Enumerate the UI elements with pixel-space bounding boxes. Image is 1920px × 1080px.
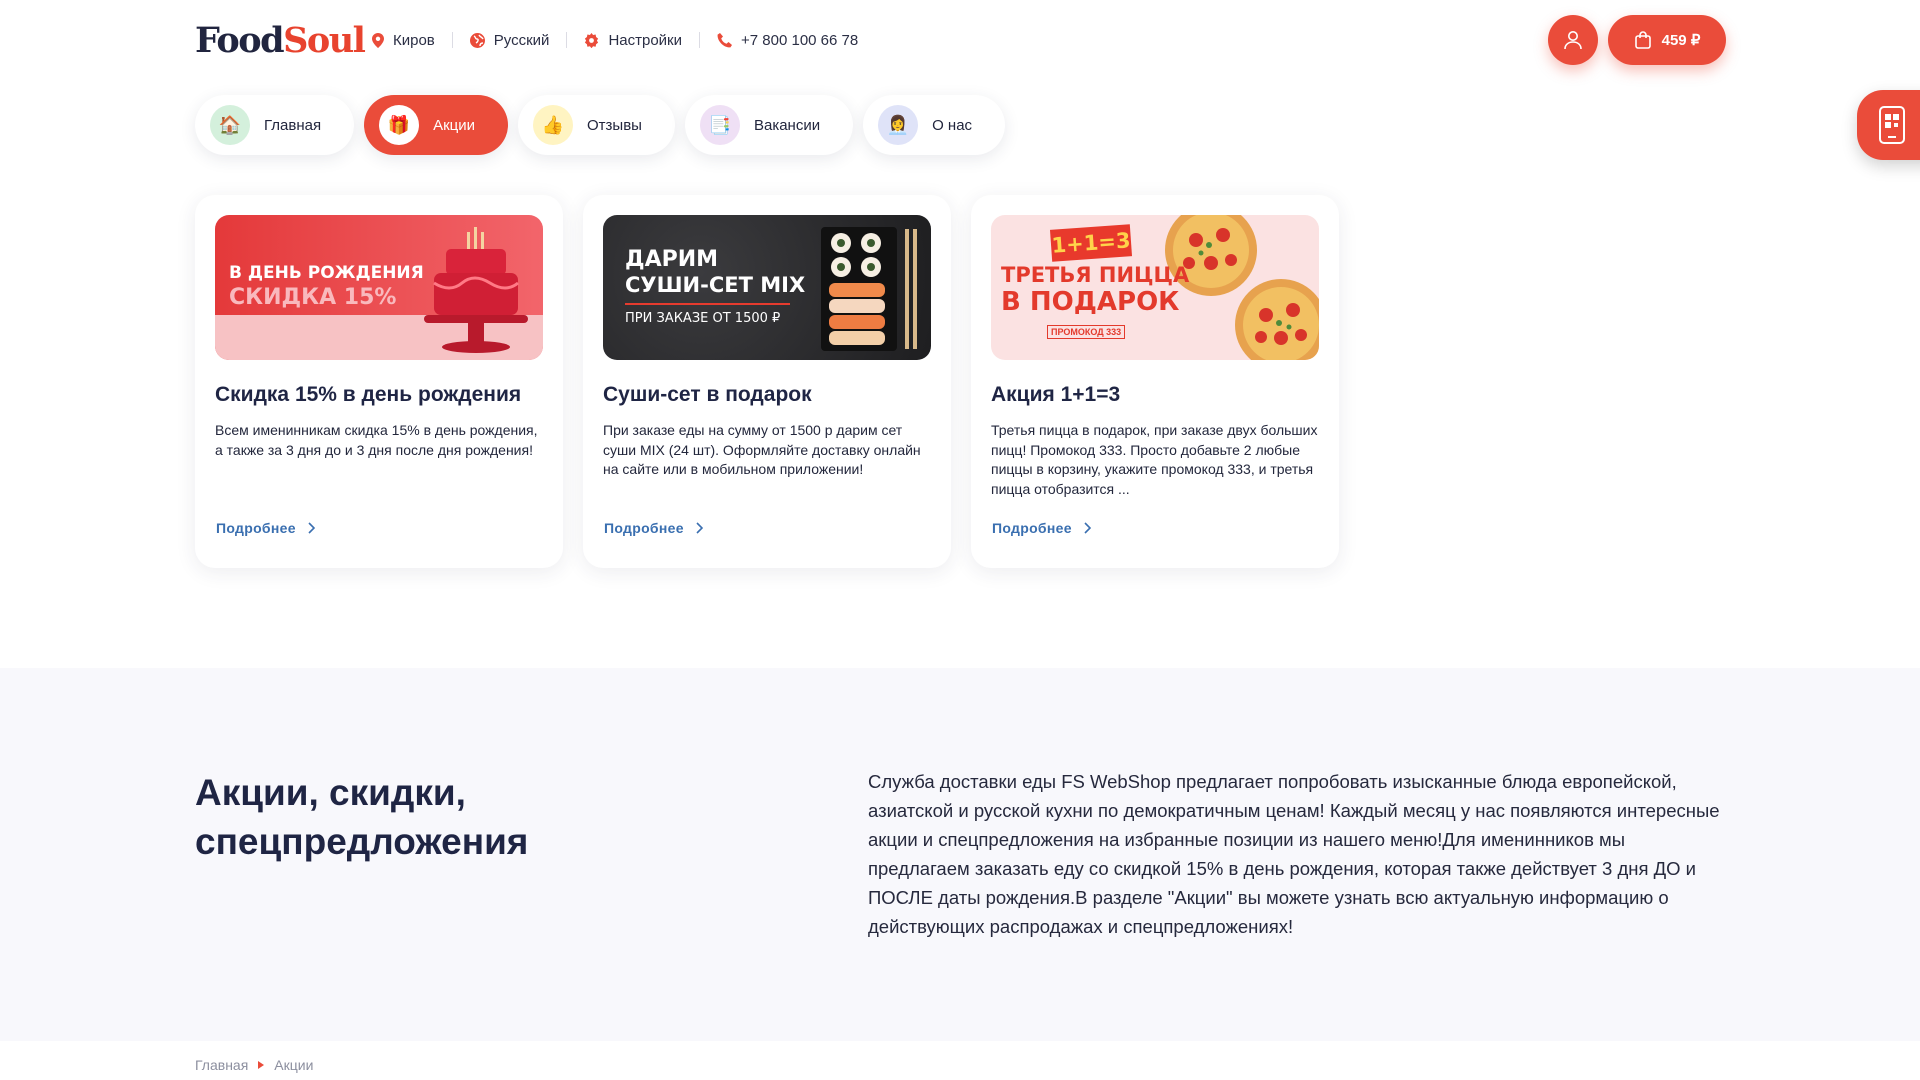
banner-text-line2: СУШИ-СЕТ MIX: [625, 273, 806, 297]
menu-item-about[interactable]: 👩‍💼 О нас: [863, 95, 1006, 155]
divider: [699, 32, 701, 48]
gift-icon: 🎁: [379, 105, 420, 145]
menu-item-reviews[interactable]: 👍 Отзывы: [518, 95, 675, 155]
phone-number: +7 800 100 66 78: [741, 31, 859, 49]
city-selector[interactable]: Киров: [372, 32, 435, 49]
logo-soul: Soul: [283, 19, 366, 61]
seo-title: Акции, скидки, спецпредложения: [195, 772, 529, 862]
banner-divider: [625, 303, 790, 305]
seo-text: Служба доставки еды FS WebShop предлагае…: [868, 771, 1720, 937]
promo-banner-pizza[interactable]: 1+1=3 ТРЕТЬЯ ПИЦЦА В ПОДАРОК ПРОМОКОД 33…: [991, 215, 1319, 360]
read-more-label: Подробнее: [604, 520, 684, 536]
phone-link[interactable]: +7 800 100 66 78: [717, 32, 858, 49]
promo-badge-text: 1+1=3: [1050, 228, 1132, 258]
cart-button[interactable]: 459 ₽: [1608, 15, 1726, 65]
menu-item-vacancies[interactable]: 📑 Вакансии: [684, 95, 854, 155]
banner-text-line1: В ДЕНЬ РОЖДЕНИЯ: [229, 263, 424, 283]
banner-text-line1: ТРЕТЬЯ ПИЦЦА: [1001, 263, 1190, 287]
phone-qr-icon: [1879, 106, 1905, 144]
chevron-right-icon: [308, 522, 315, 534]
language-label: Русский: [493, 31, 550, 49]
promo-code-tag: ПРОМОКОД 333: [1047, 325, 1126, 339]
top-nav: Киров Русский Настройки +7 800 100 66 78: [372, 26, 858, 54]
menu-item-label: Вакансии: [753, 116, 821, 134]
seo-section: Акции, скидки, спецпредложения Служба до…: [0, 668, 1920, 1041]
settings-label: Настройки: [608, 31, 683, 49]
promo-title: Скидка 15% в день рождения: [215, 383, 522, 406]
promo-cards: В ДЕНЬ РОЖДЕНИЯ СКИДКА 15% Скидка 15% в …: [195, 195, 1339, 568]
sushi-set-image: [821, 227, 917, 351]
promo-description: При заказе еды на сумму от 1500 р дарим …: [603, 422, 921, 477]
promo-card-pizza[interactable]: 1+1=3 ТРЕТЬЯ ПИЦЦА В ПОДАРОК ПРОМОКОД 33…: [971, 195, 1339, 568]
gear-icon: [585, 32, 599, 48]
breadcrumb-current: Акции: [274, 1057, 314, 1073]
read-more-label: Подробнее: [216, 520, 296, 536]
logo[interactable]: Food Soul: [195, 19, 366, 61]
breadcrumb-home[interactable]: Главная: [195, 1057, 248, 1073]
menu-item-label: Акции: [433, 116, 476, 134]
read-more-label: Подробнее: [992, 520, 1072, 536]
settings-link[interactable]: Настройки: [584, 32, 682, 49]
promo-banner-birthday[interactable]: В ДЕНЬ РОЖДЕНИЯ СКИДКА 15%: [215, 215, 543, 360]
language-selector[interactable]: Русский: [469, 31, 550, 49]
banner-text-line3: ПРИ ЗАКАЗЕ ОТ 1500 ₽: [625, 311, 781, 326]
chevron-right-icon: [1084, 522, 1091, 534]
banner-text-line2: СКИДКА 15%: [229, 285, 397, 310]
city-label: Киров: [393, 31, 435, 49]
menu-item-label: Главная: [264, 116, 322, 134]
document-icon: 📑: [699, 105, 740, 145]
profile-button[interactable]: [1548, 15, 1598, 65]
divider: [566, 32, 568, 48]
birthday-cake-image: [424, 227, 528, 353]
promo-title: Акция 1+1=3: [991, 383, 1121, 406]
location-pin-icon: [372, 32, 384, 48]
menu-item-label: О нас: [932, 116, 973, 134]
breadcrumb: Главная Акции: [195, 1057, 313, 1073]
breadcrumb-separator-icon: [258, 1061, 265, 1069]
menu-item-home[interactable]: 🏠 Главная: [195, 95, 355, 155]
home-icon: 🏠: [210, 105, 250, 145]
promo-banner-sushi[interactable]: ДАРИМ СУШИ-СЕТ MIX ПРИ ЗАКАЗЕ ОТ 1500 ₽: [603, 215, 931, 360]
banner-text-line2: В ПОДАРОК: [1001, 287, 1180, 317]
divider: [451, 32, 453, 48]
promo-card-sushi[interactable]: ДАРИМ СУШИ-СЕТ MIX ПРИ ЗАКАЗЕ ОТ 1500 ₽ …: [583, 195, 951, 568]
main-menu: 🏠 Главная 🎁 Акции 👍 Отзывы 📑 Вакансии 👩‍…: [195, 95, 1006, 155]
promo-title: Суши-сет в подарок: [603, 383, 812, 406]
promo-badge: 1+1=3: [1049, 224, 1133, 262]
user-icon: [1564, 31, 1582, 50]
promo-card-birthday[interactable]: В ДЕНЬ РОЖДЕНИЯ СКИДКА 15% Скидка 15% в …: [195, 195, 563, 568]
read-more-link[interactable]: Подробнее: [992, 520, 1091, 536]
menu-item-promotions[interactable]: 🎁 Акции: [364, 95, 509, 155]
read-more-link[interactable]: Подробнее: [604, 520, 703, 536]
promo-description: Третья пицца в подарок, при заказе двух …: [991, 422, 1318, 497]
phone-icon: [717, 32, 733, 47]
read-more-link[interactable]: Подробнее: [216, 520, 315, 536]
menu-item-label: Отзывы: [587, 116, 642, 134]
person-icon: 👩‍💼: [878, 105, 919, 145]
globe-icon: [469, 32, 485, 48]
mobile-app-button[interactable]: [1857, 90, 1920, 160]
banner-text-line1: ДАРИМ: [625, 247, 719, 272]
shopping-bag-icon: [1634, 31, 1651, 49]
chevron-right-icon: [696, 522, 703, 534]
logo-food: Food: [195, 19, 285, 61]
thumbs-up-icon: 👍: [533, 105, 574, 145]
cart-total: 459 ₽: [1661, 32, 1701, 49]
promo-description: Всем именинникам скидка 15% в день рожде…: [215, 422, 538, 458]
